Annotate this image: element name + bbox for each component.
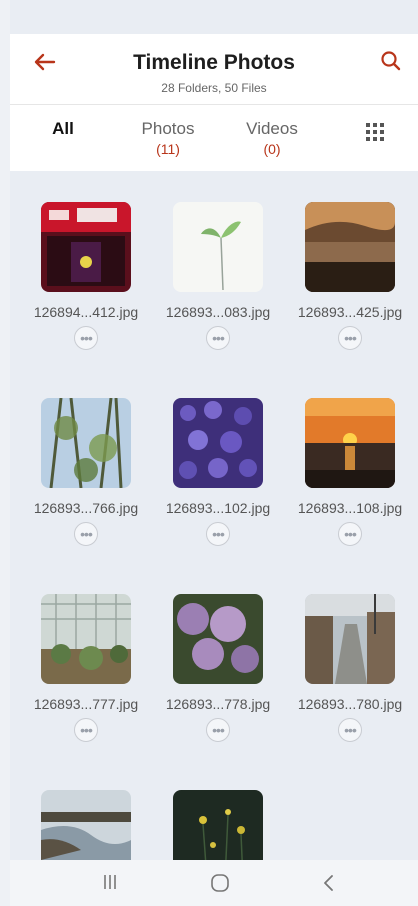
more-horizontal-icon: ••• (212, 526, 225, 542)
more-horizontal-icon: ••• (344, 526, 357, 542)
image-purple-flowers (173, 398, 263, 488)
file-name: 126893...108.jpg (297, 500, 403, 516)
photo-thumbnail[interactable] (41, 202, 131, 292)
system-back-button[interactable] (322, 873, 336, 898)
grid-item: 126893...766.jpg ••• (20, 366, 152, 546)
more-options-button[interactable]: ••• (206, 522, 230, 546)
tab-photos[interactable]: Photos (11) (128, 119, 208, 157)
photo-thumbnail[interactable] (305, 594, 395, 684)
file-name: 126893...102.jpg (165, 500, 271, 516)
more-options-button[interactable]: ••• (206, 326, 230, 350)
page-subtitle: 28 Folders, 50 Files (161, 81, 267, 95)
more-options-button[interactable]: ••• (338, 718, 362, 742)
more-options-button[interactable]: ••• (338, 326, 362, 350)
more-horizontal-icon: ••• (80, 722, 93, 738)
file-name: 126893...425.jpg (297, 304, 403, 320)
grid-item (20, 758, 152, 860)
grid-item: 126894...412.jpg ••• (20, 170, 152, 350)
photo-thumbnail[interactable] (305, 398, 395, 488)
grid-item: 126893...777.jpg ••• (20, 562, 152, 742)
image-sunset-beach (305, 398, 395, 488)
grid-view-toggle[interactable] (366, 123, 384, 141)
more-horizontal-icon: ••• (344, 722, 357, 738)
image-tree-branches (41, 398, 131, 488)
more-horizontal-icon: ••• (80, 330, 93, 346)
photo-thumbnail[interactable] (173, 398, 263, 488)
recent-apps-icon (104, 875, 116, 889)
app-frame: Timeline Photos 28 Folders, 50 Files All… (10, 0, 418, 906)
home-button[interactable] (210, 873, 230, 898)
image-foggy-sunrise (305, 202, 395, 292)
photo-thumbnail[interactable] (41, 594, 131, 684)
home-icon (211, 874, 229, 892)
image-neon-sign (41, 202, 131, 292)
photo-thumbnail[interactable] (173, 594, 263, 684)
more-options-button[interactable]: ••• (338, 522, 362, 546)
image-greenhouse (41, 594, 131, 684)
more-options-button[interactable]: ••• (74, 522, 98, 546)
image-river-landscape (41, 790, 131, 860)
image-lilac-blossoms (173, 594, 263, 684)
grid-item: 126893...108.jpg ••• (284, 366, 416, 546)
page-title: Timeline Photos (133, 51, 295, 74)
photo-thumbnail[interactable] (173, 202, 263, 292)
filter-tabs: All Photos (11) Videos (0) (10, 104, 418, 171)
image-night-flowers (173, 790, 263, 860)
grid-view-icon (366, 123, 384, 141)
photo-thumbnail[interactable] (41, 398, 131, 488)
grid-item: 126893...778.jpg ••• (152, 562, 284, 742)
grid-item (152, 758, 284, 860)
more-horizontal-icon: ••• (212, 330, 225, 346)
more-horizontal-icon: ••• (80, 526, 93, 542)
tab-videos-count: (0) (263, 141, 281, 157)
image-street-view (305, 594, 395, 684)
photo-thumbnail[interactable] (173, 790, 263, 860)
tab-photos-label: Photos (141, 119, 195, 138)
tab-videos-label: Videos (246, 119, 298, 138)
tab-videos[interactable]: Videos (0) (234, 119, 310, 157)
grid-item: 126893...780.jpg ••• (284, 562, 416, 742)
file-name: 126893...778.jpg (165, 696, 271, 712)
recent-apps-button[interactable] (102, 873, 118, 896)
grid-item: 126893...083.jpg ••• (152, 170, 284, 350)
file-name: 126893...777.jpg (33, 696, 139, 712)
grid-item: 126893...425.jpg ••• (284, 170, 416, 350)
more-horizontal-icon: ••• (344, 330, 357, 346)
app-header: Timeline Photos 28 Folders, 50 Files (10, 34, 418, 104)
search-icon (381, 51, 401, 71)
more-options-button[interactable]: ••• (206, 718, 230, 742)
more-options-button[interactable]: ••• (74, 326, 98, 350)
photo-thumbnail[interactable] (305, 202, 395, 292)
grid-item: 126893...102.jpg ••• (152, 366, 284, 546)
file-name: 126893...083.jpg (165, 304, 271, 320)
more-options-button[interactable]: ••• (74, 718, 98, 742)
photo-thumbnail[interactable] (41, 790, 131, 860)
search-button[interactable] (378, 48, 404, 74)
more-horizontal-icon: ••• (212, 722, 225, 738)
system-nav-bar (10, 860, 418, 906)
chevron-left-icon (324, 875, 333, 891)
file-name: 126893...766.jpg (33, 500, 139, 516)
photo-grid: 126894...412.jpg ••• 126893...083.jpg ••… (10, 170, 418, 860)
tab-all[interactable]: All (46, 119, 80, 139)
tab-all-label: All (52, 119, 74, 138)
tab-photos-count: (11) (156, 141, 180, 157)
file-name: 126893...780.jpg (297, 696, 403, 712)
image-sprout (173, 202, 263, 292)
file-name: 126894...412.jpg (33, 304, 139, 320)
